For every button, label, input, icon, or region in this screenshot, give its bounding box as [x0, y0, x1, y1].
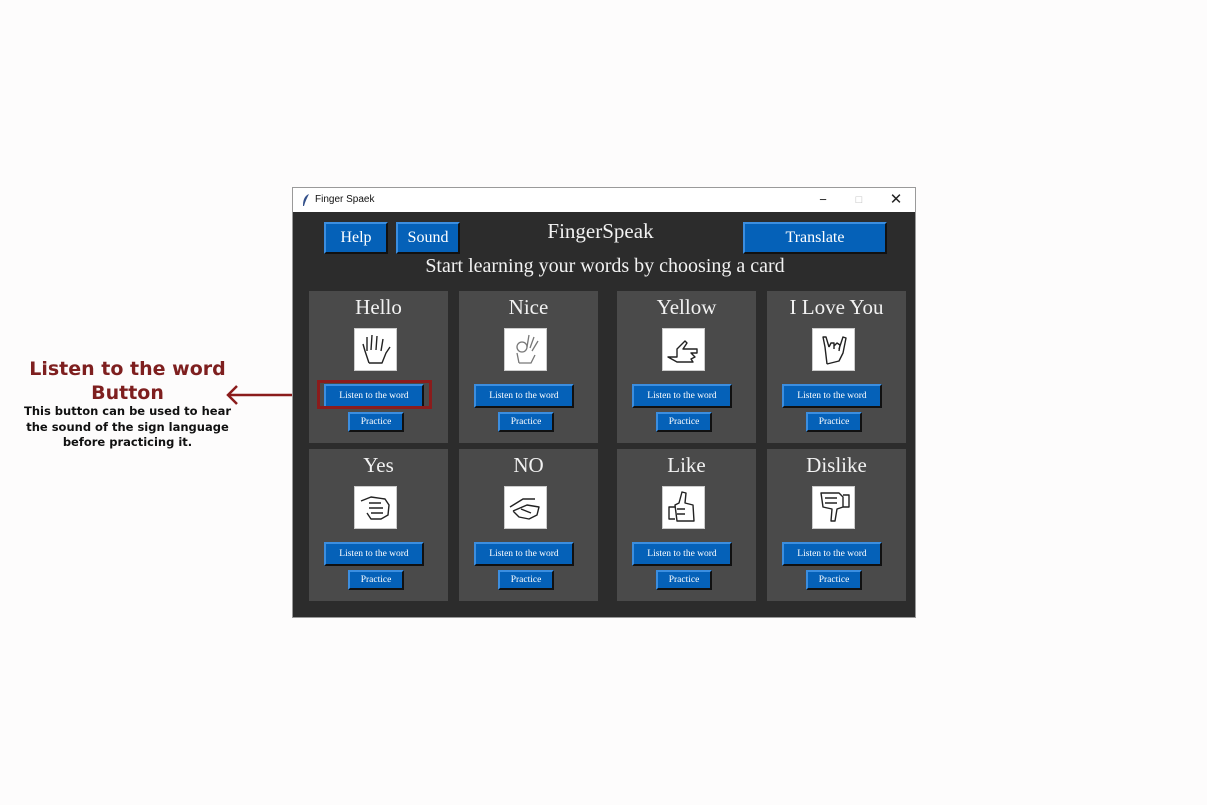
listen-button[interactable]: Listen to the word — [782, 542, 882, 566]
card-yes[interactable]: Yes Listen to the word Practice — [309, 449, 448, 601]
card-like[interactable]: Like Listen to the word Practice — [617, 449, 756, 601]
card-yellow[interactable]: Yellow Listen to the word Practice — [617, 291, 756, 443]
y-hand-icon — [662, 328, 705, 371]
no-hand-icon — [504, 486, 547, 529]
ily-hand-icon — [812, 328, 855, 371]
listen-button[interactable]: Listen to the word — [324, 384, 424, 408]
listen-button[interactable]: Listen to the word — [474, 542, 574, 566]
annotation-description-line3: before practicing it. — [62, 435, 193, 449]
app-title: FingerSpeak — [547, 219, 654, 243]
thumbs-down-icon — [812, 486, 855, 529]
card-hello[interactable]: Hello Listen to the word Practice — [309, 291, 448, 443]
card-word: I Love You — [789, 295, 884, 319]
annotation-title-line1: Listen to the word — [29, 358, 226, 380]
card-word: Hello — [355, 295, 402, 319]
listen-button[interactable]: Listen to the word — [782, 384, 882, 408]
title-bar: Finger Spaek − □ ✕ — [293, 188, 915, 212]
feather-icon — [303, 194, 309, 206]
practice-button[interactable]: Practice — [348, 570, 404, 590]
card-word: NO — [513, 453, 544, 477]
card-no[interactable]: NO Listen to the word Practice — [459, 449, 598, 601]
practice-button[interactable]: Practice — [806, 570, 862, 590]
card-i-love-you[interactable]: I Love You Listen to the word Practice — [767, 291, 906, 443]
practice-button[interactable]: Practice — [348, 412, 404, 432]
page-subtitle: Start learning your words by choosing a … — [425, 255, 785, 277]
annotation-description-line1: This button can be used to hear — [23, 404, 232, 418]
practice-button[interactable]: Practice — [498, 570, 554, 590]
annotation-description-line2: the sound of the sign language — [26, 419, 229, 434]
card-word: Like — [667, 453, 706, 477]
annotation-title: Listen to the word Button — [20, 357, 235, 405]
translate-button[interactable]: Translate — [743, 222, 887, 254]
listen-button[interactable]: Listen to the word — [632, 384, 732, 408]
listen-button[interactable]: Listen to the word — [632, 542, 732, 566]
listen-button[interactable]: Listen to the word — [324, 542, 424, 566]
card-word: Yellow — [656, 295, 717, 319]
help-button[interactable]: Help — [324, 222, 388, 254]
ok-hand-icon — [504, 328, 547, 371]
card-nice[interactable]: Nice Listen to the word Practice — [459, 291, 598, 443]
maximize-button[interactable]: □ — [844, 190, 874, 210]
window-title: Finger Spaek — [315, 194, 375, 205]
app-window: Finger Spaek − □ ✕ Help Sound FingerSpea… — [292, 187, 916, 618]
listen-button[interactable]: Listen to the word — [474, 384, 574, 408]
close-button[interactable]: ✕ — [881, 190, 911, 210]
card-word: Yes — [363, 453, 394, 477]
annotation-description: This button can be used to hear the soun… — [20, 404, 235, 451]
card-word: Nice — [508, 295, 549, 319]
thumbs-up-icon — [662, 486, 705, 529]
practice-button[interactable]: Practice — [656, 412, 712, 432]
card-dislike[interactable]: Dislike Listen to the word Practice — [767, 449, 906, 601]
fist-hand-icon — [354, 486, 397, 529]
annotation-title-line2: Button — [91, 382, 164, 404]
practice-button[interactable]: Practice — [498, 412, 554, 432]
card-word: Dislike — [806, 453, 867, 477]
minimize-button[interactable]: − — [808, 190, 838, 210]
practice-button[interactable]: Practice — [806, 412, 862, 432]
sound-button[interactable]: Sound — [396, 222, 460, 254]
open-hand-icon — [354, 328, 397, 371]
practice-button[interactable]: Practice — [656, 570, 712, 590]
